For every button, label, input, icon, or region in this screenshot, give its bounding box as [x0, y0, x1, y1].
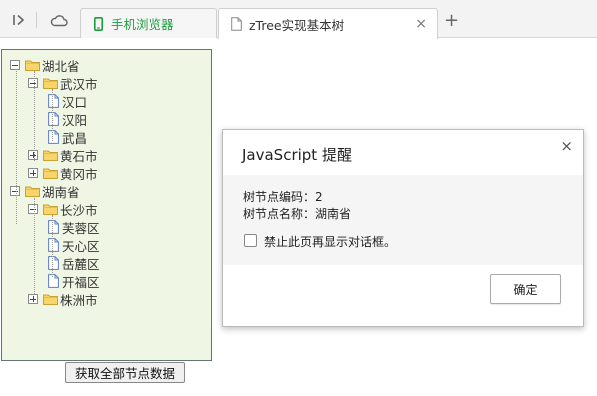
close-icon[interactable]: ×: [560, 137, 573, 155]
get-all-nodes-button[interactable]: 获取全部节点数据: [65, 362, 185, 383]
tree-connector: [52, 89, 53, 141]
tree-node-label[interactable]: 汉阳: [62, 110, 87, 129]
expand-icon[interactable]: [28, 168, 38, 178]
dialog-message-line: 树节点编码：2: [243, 190, 323, 204]
folder-icon: [43, 167, 58, 179]
page-icon: [229, 16, 243, 32]
tree-node-label[interactable]: 芙蓉区: [62, 218, 100, 237]
javascript-alert-dialog: × JavaScript 提醒 树节点编码：2 树节点名称：湖南省 禁止此页再显…: [222, 129, 584, 327]
ok-button[interactable]: 确定: [490, 274, 561, 304]
document-icon: [48, 130, 59, 144]
tree-node-label[interactable]: 汉口: [62, 92, 87, 111]
tab-label: zTree实现基本树: [249, 17, 345, 33]
dialog-message-line: 树节点名称：湖南省: [243, 207, 352, 221]
document-icon: [48, 112, 59, 126]
tree-node[interactable]: 天心区: [46, 236, 100, 254]
collapse-icon[interactable]: [28, 78, 38, 88]
toolbar-divider: [36, 12, 37, 28]
folder-icon: [43, 293, 58, 305]
tree-node[interactable]: 黄冈市: [28, 164, 98, 182]
tree-node[interactable]: 湖北省: [10, 56, 80, 74]
suppress-dialogs-checkbox[interactable]: [244, 234, 257, 247]
document-icon: [48, 274, 59, 288]
tab-close-icon[interactable]: ×: [415, 16, 427, 32]
expand-icon[interactable]: [28, 294, 38, 304]
tree-node[interactable]: 长沙市: [28, 200, 98, 218]
document-icon: [48, 220, 59, 234]
tree-node-label[interactable]: 武汉市: [60, 74, 98, 93]
tree-node-label[interactable]: 湖北省: [42, 56, 80, 75]
tree-node[interactable]: 湖南省: [10, 182, 80, 200]
tree-node[interactable]: 开福区: [46, 272, 100, 290]
tree-node-label[interactable]: 岳麓区: [62, 254, 100, 273]
tree-node[interactable]: 岳麓区: [46, 254, 100, 272]
folder-icon: [25, 185, 40, 197]
folder-icon: [43, 149, 58, 161]
browser-tabstrip: 手机浏览器 zTree实现基本树 × +: [0, 0, 597, 39]
tree-node-label[interactable]: 株洲市: [60, 290, 98, 309]
tree-connector: [52, 215, 53, 277]
tree-node[interactable]: 株洲市: [28, 290, 98, 308]
tree-node-label[interactable]: 长沙市: [60, 200, 98, 219]
collapse-icon[interactable]: [10, 60, 20, 70]
tab-label: 手机浏览器: [111, 17, 174, 32]
folder-icon: [25, 59, 40, 71]
phone-icon: [91, 16, 105, 32]
tree-node-label[interactable]: 黄冈市: [60, 164, 98, 183]
tab-ztree[interactable]: zTree实现基本树 ×: [218, 8, 438, 39]
dialog-body: 树节点编码：2 树节点名称：湖南省 禁止此页再显示对话框。: [223, 175, 583, 265]
sidebar-toggle-icon[interactable]: [8, 9, 30, 31]
tree-node[interactable]: 黄石市: [28, 146, 98, 164]
document-icon: [48, 256, 59, 270]
document-icon: [48, 94, 59, 108]
new-tab-icon[interactable]: +: [444, 12, 459, 30]
suppress-dialogs-label[interactable]: 禁止此页再显示对话框。: [264, 233, 396, 250]
folder-icon: [43, 203, 58, 215]
tree-node-label[interactable]: 武昌: [62, 128, 87, 147]
tree-node[interactable]: 芙蓉区: [46, 218, 100, 236]
tree-node[interactable]: 武汉市: [28, 74, 98, 92]
expand-icon[interactable]: [28, 150, 38, 160]
dialog-title: JavaScript 提醒: [242, 146, 352, 164]
tree-node-label[interactable]: 黄石市: [60, 146, 98, 165]
tab-mobile-browser[interactable]: 手机浏览器: [80, 8, 217, 38]
cloud-icon[interactable]: [48, 9, 70, 31]
tree-node-label[interactable]: 湖南省: [42, 182, 80, 201]
tree-connector: [34, 198, 35, 294]
ztree-panel: 湖北省 武汉市 汉口 汉阳 武昌 黄石市 黄冈市 湖南省 长沙市 芙蓉区 天心区 岳麓区 开福区 株洲市: [1, 49, 212, 361]
folder-icon: [43, 77, 58, 89]
tree-node-label[interactable]: 开福区: [62, 272, 100, 291]
tree-connector: [16, 71, 17, 224]
collapse-icon[interactable]: [28, 204, 38, 214]
collapse-icon[interactable]: [10, 186, 20, 196]
tree-connector: [34, 71, 35, 161]
tree-node-label[interactable]: 天心区: [62, 236, 100, 255]
document-icon: [48, 238, 59, 252]
